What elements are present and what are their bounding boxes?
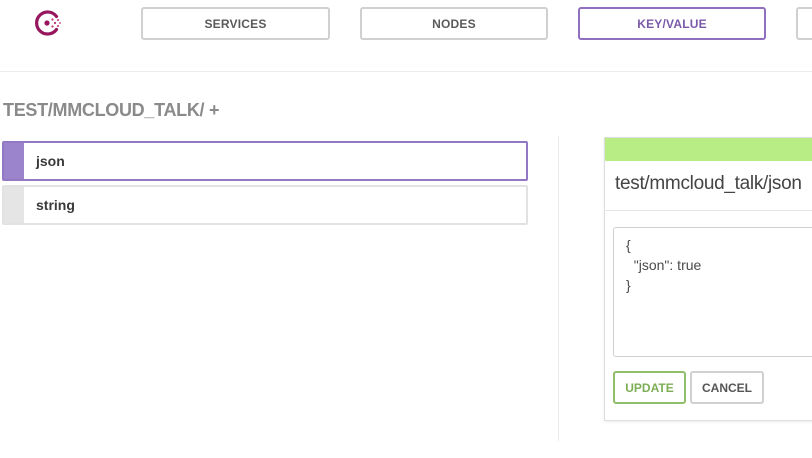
cancel-button[interactable]: CANCEL	[690, 371, 764, 404]
key-editor-panel: test/mmcloud_talk/json { "json": true } …	[604, 137, 812, 421]
nav-services-button[interactable]: SERVICES	[141, 7, 330, 40]
status-bar	[605, 138, 812, 161]
breadcrumb: TEST/MMCLOUD_TALK/ +	[3, 100, 219, 121]
nav-next-button[interactable]	[796, 7, 812, 40]
nav-nodes-button[interactable]: NODES	[360, 7, 548, 40]
value-textarea[interactable]: { "json": true }	[613, 227, 812, 357]
selected-indicator	[4, 143, 24, 179]
key-list-item-label: json	[36, 153, 65, 169]
breadcrumb-path[interactable]: TEST/MMCLOUD_TALK/	[3, 100, 205, 120]
key-title: test/mmcloud_talk/json	[615, 173, 802, 194]
key-list-item-json[interactable]: json	[2, 141, 528, 181]
column-divider	[558, 136, 559, 441]
consul-logo-icon[interactable]	[33, 8, 63, 38]
key-list-item-label: string	[36, 197, 75, 213]
item-indicator	[4, 187, 24, 223]
key-list-item-string[interactable]: string	[2, 185, 528, 225]
header-divider	[0, 71, 812, 72]
add-key-button[interactable]: +	[209, 100, 220, 120]
update-button[interactable]: UPDATE	[613, 371, 686, 404]
nav-key-value-button[interactable]: KEY/VALUE	[578, 7, 766, 40]
panel-divider	[605, 210, 812, 211]
